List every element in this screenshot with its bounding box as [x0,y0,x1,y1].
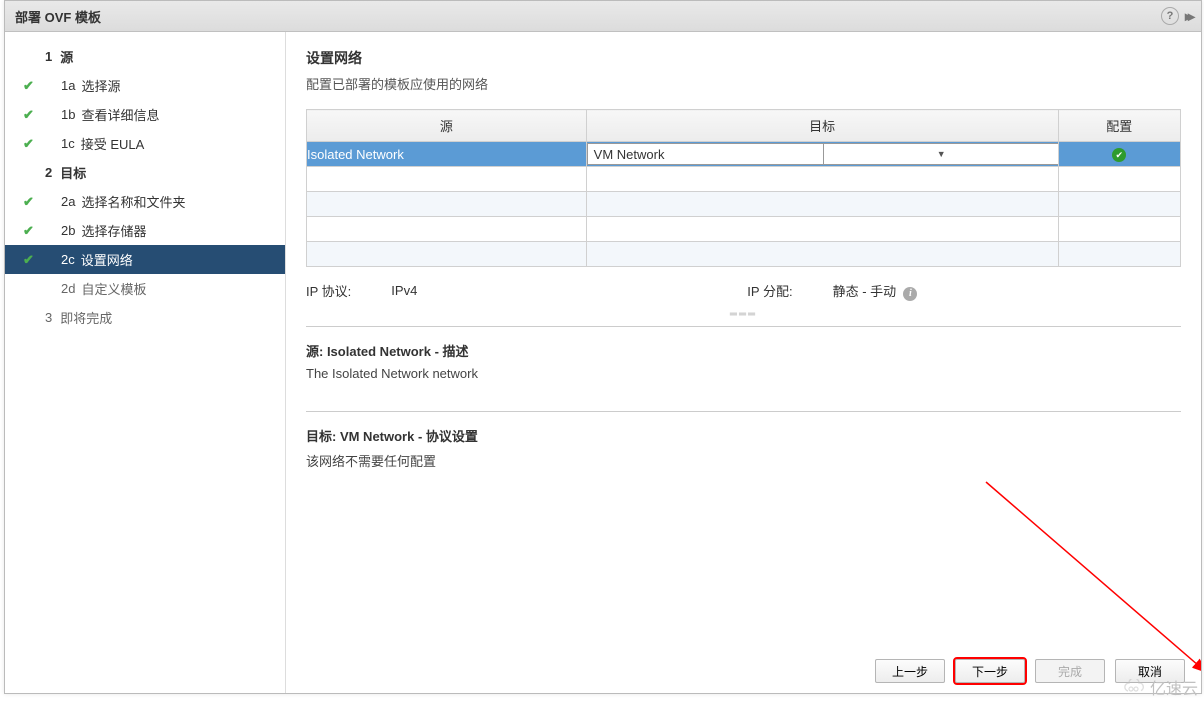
table-row [307,192,1181,217]
divider [306,326,1181,327]
ip-allocation-value: 静态 - 手动 [833,284,897,299]
help-icon[interactable]: ? [1161,7,1179,25]
info-icon[interactable]: i [903,287,917,301]
dialog-titlebar: 部署 OVF 模板 ? ▸▸ [5,1,1201,32]
target-network-value: VM Network [588,147,823,162]
step-3-ready-to-complete[interactable]: 3 即将完成 [5,303,285,332]
ip-allocation-label: IP 分配: [747,281,792,300]
wizard-sidebar: 1 源 ✔ 1a 选择源 ✔ 1b 查看详细信息 ✔ 1c 接受 EULA 2 … [5,32,286,693]
ip-protocol-label: IP 协议: [306,281,351,300]
step-1c-accept-eula[interactable]: ✔ 1c 接受 EULA [5,129,285,158]
back-button[interactable]: 上一步 [875,659,945,683]
network-row-selected[interactable]: Isolated Network VM Network ▼ ✔ [307,142,1181,167]
target-network-dropdown[interactable]: VM Network ▼ [587,143,1060,165]
divider [306,411,1181,412]
page-title: 设置网络 [306,48,1181,68]
check-icon: ✔ [23,194,34,210]
wizard-footer: 上一步 下一步 完成 取消 [875,659,1185,683]
expand-icon[interactable]: ▸▸ [1185,8,1191,25]
step-2a-select-name-folder[interactable]: ✔ 2a 选择名称和文件夹 [5,187,285,216]
table-row [307,242,1181,267]
step-2b-select-storage[interactable]: ✔ 2b 选择存储器 [5,216,285,245]
chevron-down-icon: ▼ [823,144,1059,164]
page-subtitle: 配置已部署的模板应使用的网络 [306,74,1181,93]
cancel-button[interactable]: 取消 [1115,659,1185,683]
check-icon: ✔ [23,136,34,152]
col-config-header[interactable]: 配置 [1058,110,1180,142]
step-1a-select-source[interactable]: ✔ 1a 选择源 [5,71,285,100]
step-1-source[interactable]: 1 源 [5,42,285,71]
check-icon: ✔ [23,252,34,268]
step-2c-setup-networks[interactable]: ✔ 2c 设置网络 [5,245,285,274]
col-target-header[interactable]: 目标 [586,110,1058,142]
dialog-title: 部署 OVF 模板 [15,7,101,26]
source-description-text: The Isolated Network network [306,366,1181,381]
next-button[interactable]: 下一步 [955,659,1025,683]
source-network-cell: Isolated Network [307,142,587,167]
target-protocol-title: 目标: VM Network - 协议设置 [306,426,1181,445]
step-2-destination[interactable]: 2 目标 [5,158,285,187]
network-mapping-table: 源 目标 配置 Isolated Network VM Network ▼ [306,109,1181,267]
step-2d-customize-template[interactable]: 2d 自定义模板 [5,274,285,303]
table-row [307,167,1181,192]
table-row [307,217,1181,242]
ip-protocol-row: IP 协议: IPv4 IP 分配: 静态 - 手动 i [306,267,1181,311]
check-icon: ✔ [23,78,34,94]
step-1b-review-details[interactable]: ✔ 1b 查看详细信息 [5,100,285,129]
check-icon: ✔ [23,223,34,239]
ip-protocol-value: IPv4 [391,283,417,298]
wizard-content: 设置网络 配置已部署的模板应使用的网络 源 目标 配置 Isolated Net… [286,32,1201,693]
finish-button: 完成 [1035,659,1105,683]
config-ok-icon: ✔ [1112,148,1126,162]
ovf-wizard-dialog: 部署 OVF 模板 ? ▸▸ 1 源 ✔ 1a 选择源 ✔ 1b 查看详细信息 [4,0,1202,694]
check-icon: ✔ [23,107,34,123]
source-description-title: 源: Isolated Network - 描述 [306,341,1181,360]
resize-grabber-icon[interactable]: ═══ [306,309,1181,320]
target-protocol-text: 该网络不需要任何配置 [306,451,1181,470]
col-source-header[interactable]: 源 [307,110,587,142]
